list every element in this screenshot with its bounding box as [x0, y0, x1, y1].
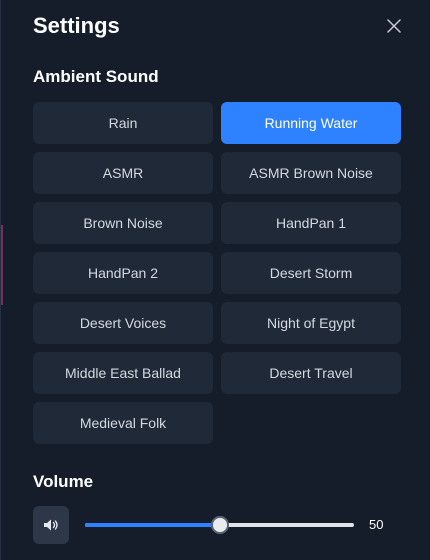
- ambient-sound-option[interactable]: Medieval Folk: [33, 402, 213, 444]
- ambient-sound-option[interactable]: Desert Travel: [221, 352, 401, 394]
- ambient-sound-option[interactable]: HandPan 2: [33, 252, 213, 294]
- mute-button[interactable]: [33, 506, 69, 544]
- edge-accent: [1, 225, 3, 305]
- ambient-sound-option[interactable]: Middle East Ballad: [33, 352, 213, 394]
- close-button[interactable]: [383, 15, 405, 37]
- ambient-sound-option[interactable]: Night of Egypt: [221, 302, 401, 344]
- volume-heading: Volume: [33, 472, 94, 491]
- volume-slider-fill: [85, 523, 220, 527]
- volume-value: 50: [369, 517, 384, 532]
- speaker-icon: [44, 519, 58, 531]
- volume-slider-thumb[interactable]: [210, 516, 229, 534]
- ambient-sound-option[interactable]: HandPan 1: [221, 202, 401, 244]
- ambient-sound-option[interactable]: Desert Storm: [221, 252, 401, 294]
- ambient-sound-option[interactable]: ASMR: [33, 152, 213, 194]
- panel-title: Settings: [33, 13, 120, 38]
- ambient-sound-option[interactable]: ASMR Brown Noise: [221, 152, 401, 194]
- ambient-sound-option[interactable]: Desert Voices: [33, 302, 213, 344]
- volume-control: 50: [33, 506, 401, 544]
- close-icon: [387, 19, 401, 33]
- ambient-sound-option[interactable]: Rain: [33, 102, 213, 144]
- settings-panel: Settings Ambient Sound Rain Running Water…: [0, 0, 430, 560]
- ambient-sound-option[interactable]: Brown Noise: [33, 202, 213, 244]
- ambient-sound-heading: Ambient Sound: [33, 67, 159, 86]
- ambient-sound-option[interactable]: Running Water: [221, 102, 401, 144]
- ambient-sound-grid: Rain Running Water ASMR ASMR Brown Noise Bro…: [33, 102, 401, 444]
